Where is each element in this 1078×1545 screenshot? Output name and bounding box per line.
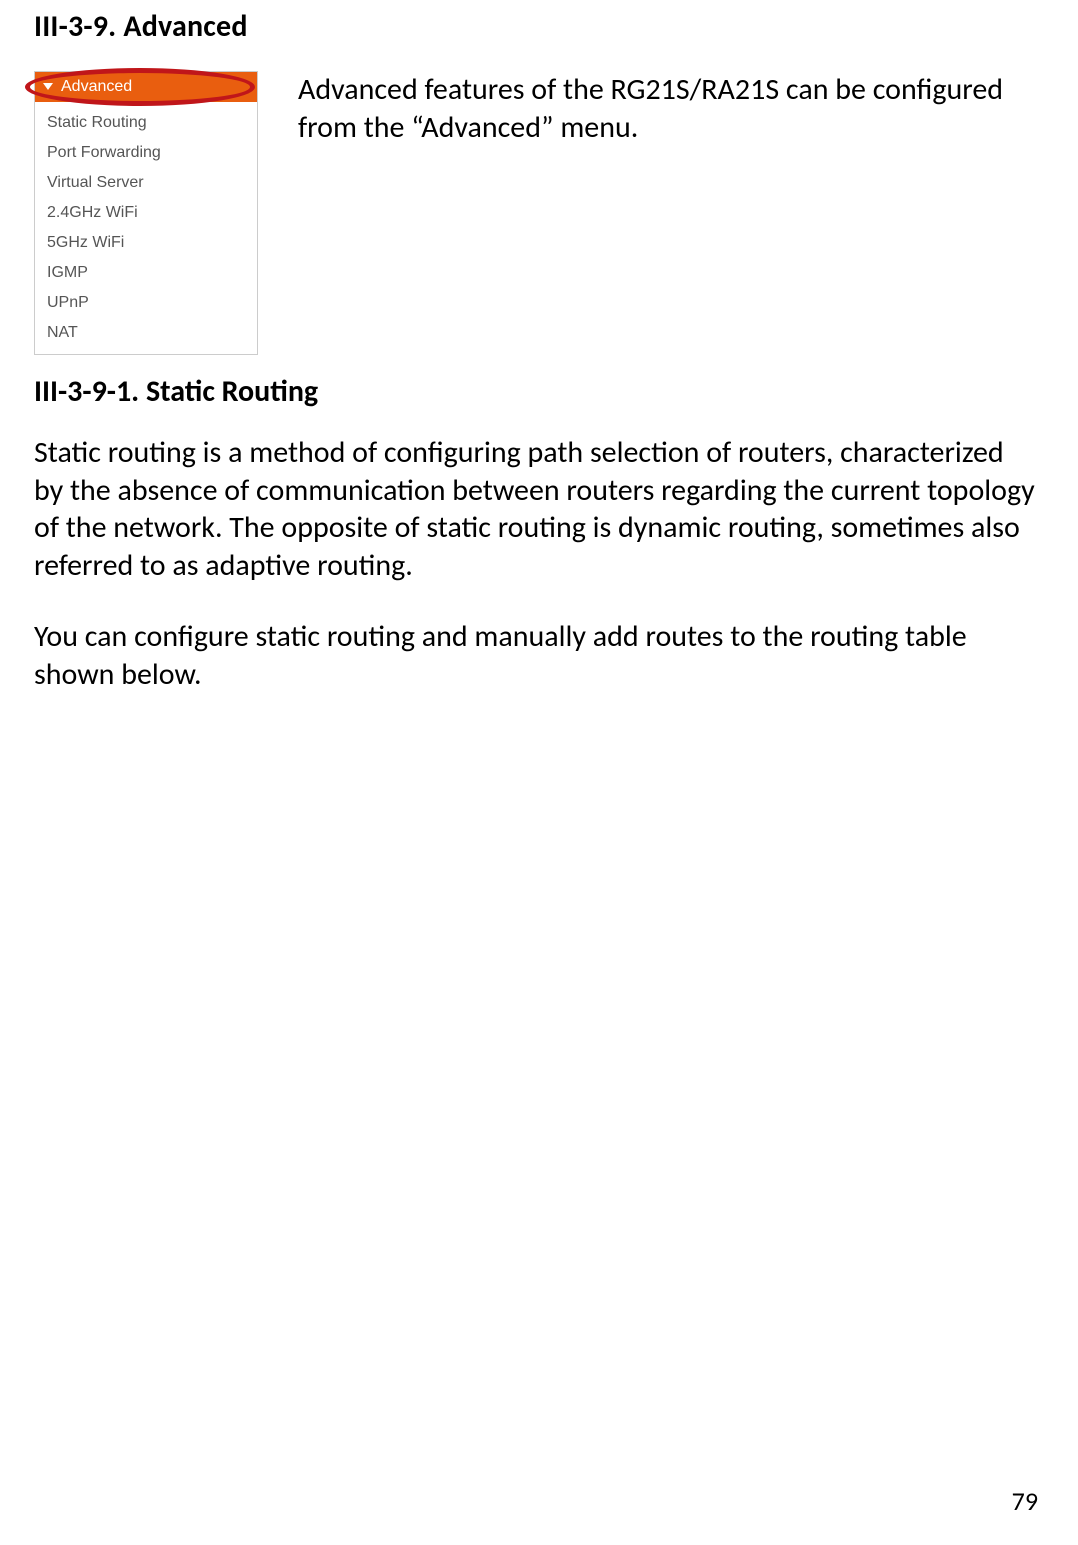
menu-item-static-routing[interactable]: Static Routing [35,108,257,138]
page: III-3-9. Advanced Advanced Static Routin… [0,0,1078,1545]
subsection-heading: III-3-9-1. Static Routing [34,373,1038,410]
menu-item-nat[interactable]: NAT [35,318,257,348]
section-heading: III-3-9. Advanced [34,8,1038,45]
menu-item-virtual-server[interactable]: Virtual Server [35,168,257,198]
menu-header-advanced[interactable]: Advanced [35,72,257,102]
menu-item-5ghz-wifi[interactable]: 5GHz WiFi [35,228,257,258]
intro-paragraph: Advanced features of the RG21S/RA21S can… [298,71,1038,146]
menu-item-upnp[interactable]: UPnP [35,288,257,318]
page-number: 79 [1012,1485,1038,1517]
menu-item-port-forwarding[interactable]: Port Forwarding [35,138,257,168]
intro-row: Advanced Static Routing Port Forwarding … [34,71,1038,355]
chevron-down-icon [43,83,53,90]
advanced-menu: Advanced Static Routing Port Forwarding … [34,71,258,355]
menu-header-wrap: Advanced [35,72,257,108]
body-paragraph-2: You can configure static routing and man… [34,618,1038,693]
body-paragraph-1: Static routing is a method of configurin… [34,434,1038,584]
menu-item-24ghz-wifi[interactable]: 2.4GHz WiFi [35,198,257,228]
menu-item-igmp[interactable]: IGMP [35,258,257,288]
